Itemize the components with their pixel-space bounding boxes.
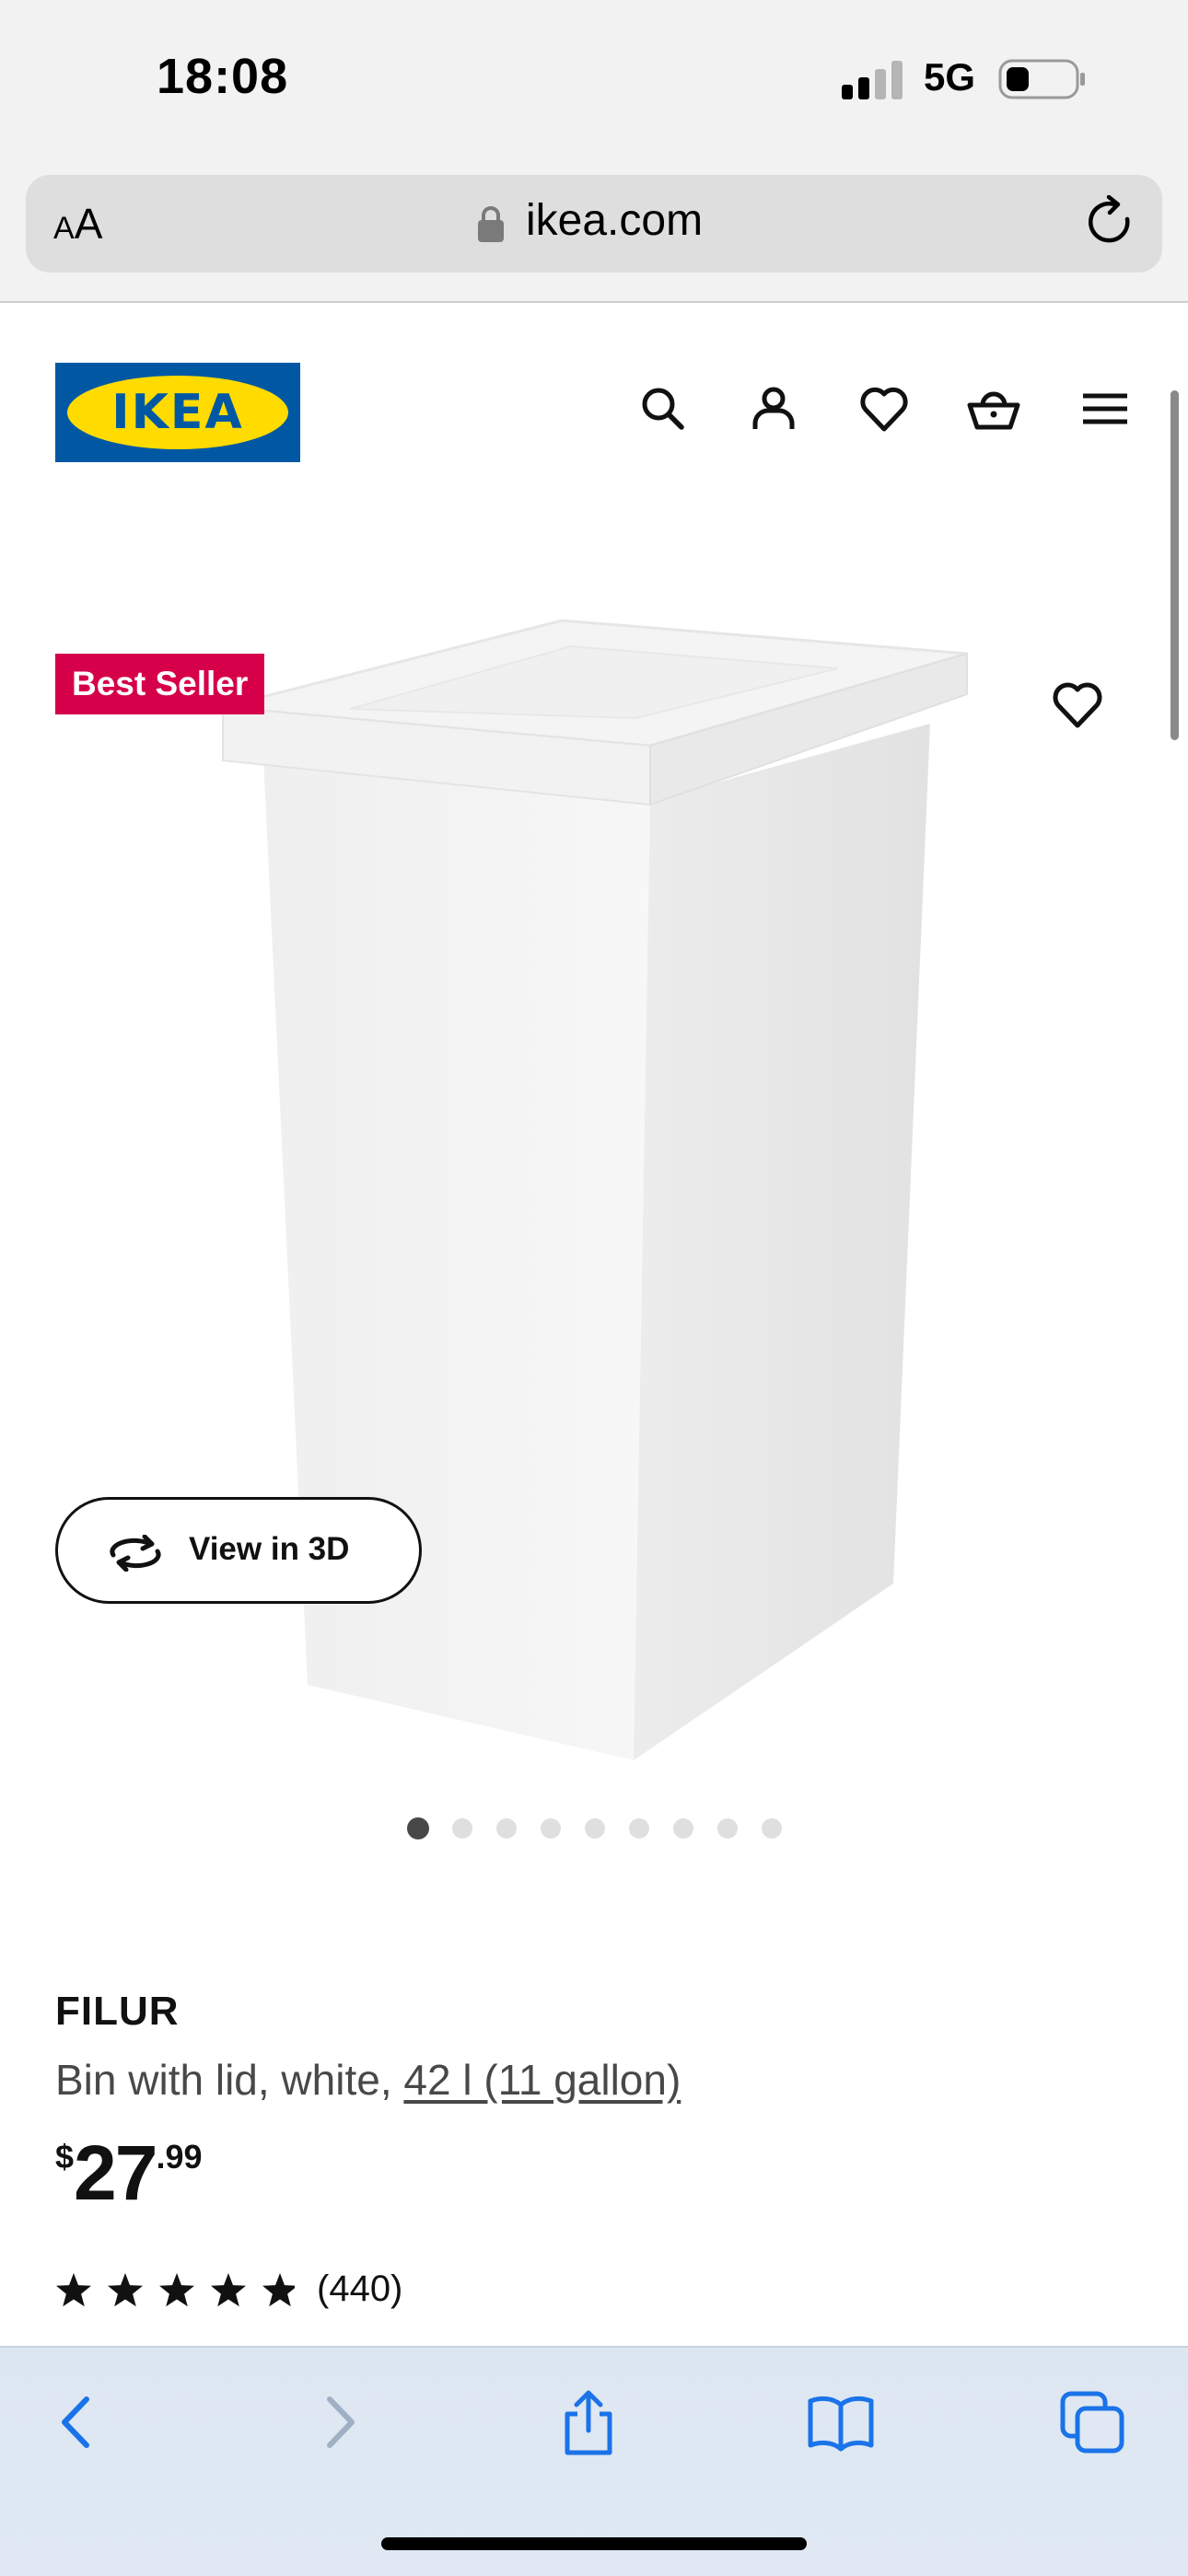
product-description-text: Bin with lid, white, (55, 2056, 404, 2104)
carousel-dot[interactable] (717, 1818, 738, 1839)
wishlist-heart-icon[interactable] (856, 381, 912, 436)
text-size-small: A (53, 211, 75, 246)
share-icon[interactable] (554, 2388, 623, 2456)
star-icon (211, 2273, 246, 2307)
text-size-button[interactable]: AA (53, 199, 102, 249)
price-integer: 27 (74, 2129, 157, 2216)
text-size-large: A (74, 200, 103, 248)
status-time: 18:08 (157, 49, 289, 104)
shopping-basket-icon[interactable] (966, 381, 1021, 436)
account-icon[interactable] (746, 381, 801, 436)
carousel-dot[interactable] (496, 1818, 517, 1839)
product-description: Bin with lid, white, 42 l (11 gallon) (55, 2055, 681, 2105)
url-text[interactable]: ikea.com (526, 195, 703, 246)
star-icon (56, 2273, 91, 2307)
view-in-3d-label: View in 3D (189, 1531, 350, 1567)
image-carousel-dots[interactable] (405, 1816, 792, 1841)
star-icon (262, 2273, 295, 2307)
best-seller-badge: Best Seller (55, 654, 265, 714)
view-in-3d-button[interactable]: View in 3D (55, 1497, 422, 1604)
review-count[interactable]: (440) (317, 2269, 402, 2310)
lock-icon (478, 206, 504, 242)
carousel-dot[interactable] (673, 1818, 693, 1839)
carousel-dot-active[interactable] (407, 1817, 429, 1839)
home-indicator (381, 2537, 807, 2550)
forward-icon[interactable] (304, 2388, 372, 2456)
carousel-dot[interactable] (762, 1818, 782, 1839)
back-icon[interactable] (44, 2388, 112, 2456)
star-icon (108, 2273, 143, 2307)
cellular-signal-icon (842, 61, 903, 99)
rotate-3d-icon (110, 1535, 161, 1572)
page-scrollbar[interactable] (1171, 390, 1179, 740)
carousel-dot[interactable] (452, 1818, 472, 1839)
price-decimal: .99 (156, 2138, 203, 2176)
tabs-icon[interactable] (1059, 2388, 1127, 2456)
product-name[interactable]: FILUR (55, 1989, 180, 2035)
logo-text: IKEA (111, 385, 244, 440)
network-type: 5G (924, 55, 976, 99)
battery-icon (998, 59, 1085, 99)
carousel-dot[interactable] (541, 1818, 561, 1839)
star-icon (159, 2273, 194, 2307)
product-price: $27.99 (55, 2129, 203, 2218)
search-icon[interactable] (635, 381, 691, 436)
rating-stars[interactable] (55, 2270, 295, 2311)
menu-icon[interactable] (1077, 381, 1133, 436)
product-size-link[interactable]: 42 l (11 gallon) (403, 2056, 681, 2104)
bookmarks-icon[interactable] (807, 2388, 875, 2456)
carousel-dot[interactable] (585, 1818, 605, 1839)
add-to-wishlist-heart-icon[interactable] (1048, 676, 1107, 735)
price-currency: $ (55, 2138, 75, 2176)
ikea-logo[interactable]: IKEA (55, 363, 300, 462)
reload-icon[interactable] (1087, 195, 1138, 250)
carousel-dot[interactable] (629, 1818, 649, 1839)
